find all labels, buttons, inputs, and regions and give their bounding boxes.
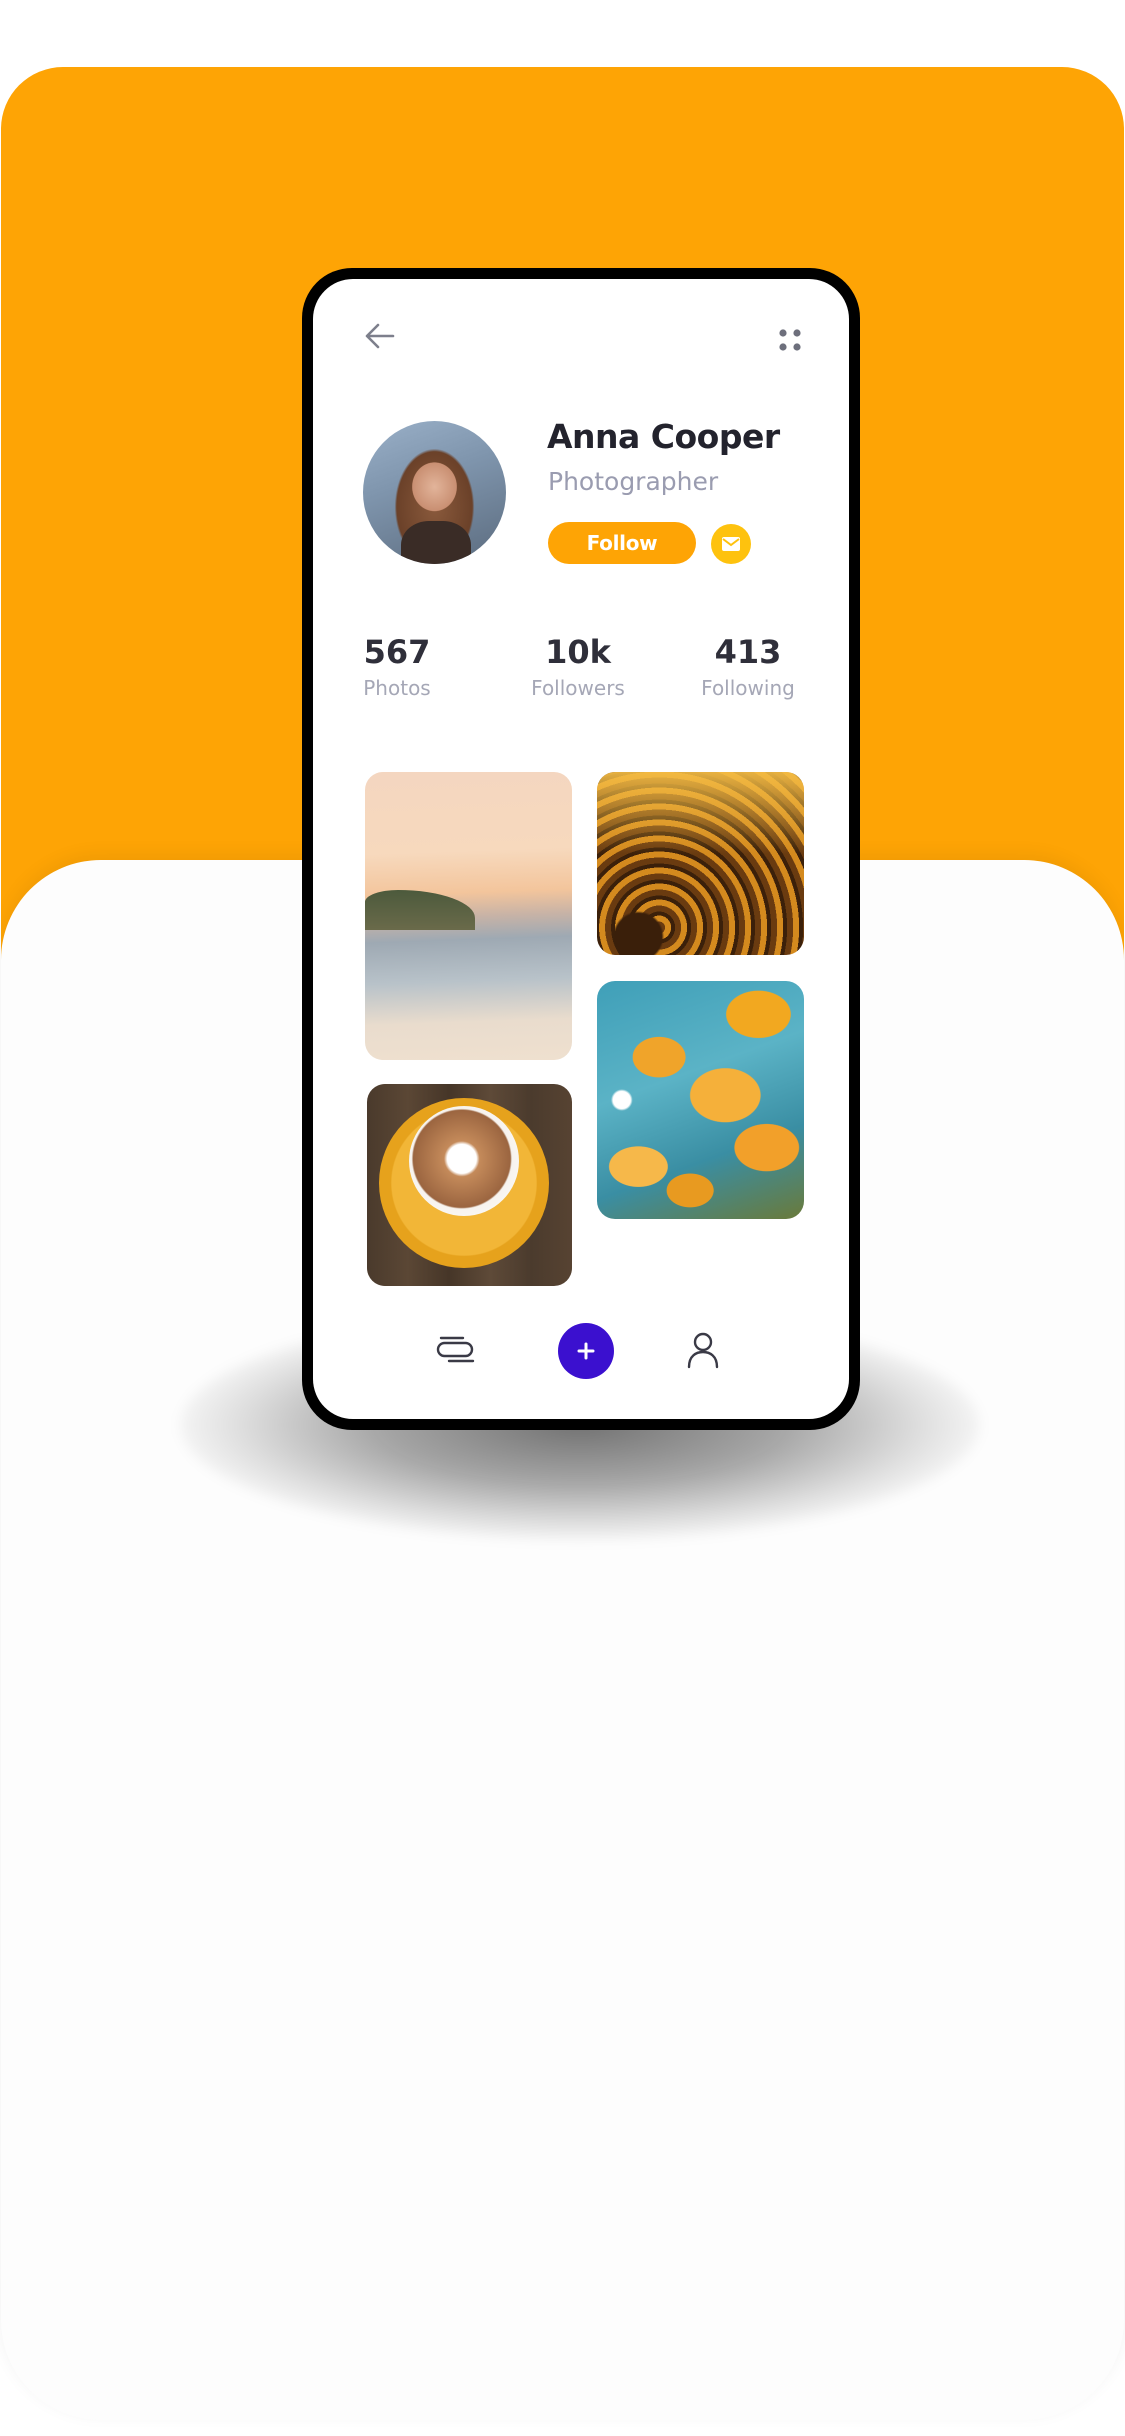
grid-dots-icon	[779, 329, 801, 351]
stat-label: Followers	[531, 676, 625, 700]
profile-name: Anna Cooper	[547, 417, 780, 456]
menu-button[interactable]	[775, 325, 805, 355]
stat-following[interactable]: 413 Following	[688, 634, 808, 700]
stack-icon	[436, 1336, 475, 1363]
profile-role: Photographer	[548, 467, 719, 496]
avatar[interactable]	[363, 421, 506, 564]
back-button[interactable]	[363, 319, 397, 353]
stat-value: 10k	[545, 633, 611, 671]
mail-icon	[722, 537, 740, 551]
stat-followers[interactable]: 10k Followers	[518, 634, 638, 700]
plus-icon	[577, 1342, 595, 1360]
stat-value: 413	[714, 633, 782, 671]
user-icon	[687, 1332, 719, 1369]
stat-label: Photos	[363, 676, 431, 700]
nav-feed-button[interactable]	[435, 1330, 475, 1370]
photo-sunflower[interactable]	[597, 772, 804, 955]
profile-screen: Anna Cooper Photographer Follow 567 Phot…	[313, 279, 849, 1419]
follow-button[interactable]: Follow	[548, 522, 696, 564]
stat-photos[interactable]: 567 Photos	[337, 634, 457, 700]
nav-add-button[interactable]	[558, 1323, 614, 1379]
arrow-left-icon	[365, 323, 395, 349]
stat-label: Following	[701, 676, 795, 700]
message-button[interactable]	[711, 524, 751, 564]
stat-value: 567	[363, 633, 431, 671]
nav-profile-button[interactable]	[685, 1330, 721, 1370]
phone-frame: Anna Cooper Photographer Follow 567 Phot…	[302, 268, 860, 1430]
photo-beach[interactable]	[365, 772, 572, 1060]
photo-coffee[interactable]	[367, 1084, 572, 1286]
photo-flowers[interactable]	[597, 981, 804, 1219]
